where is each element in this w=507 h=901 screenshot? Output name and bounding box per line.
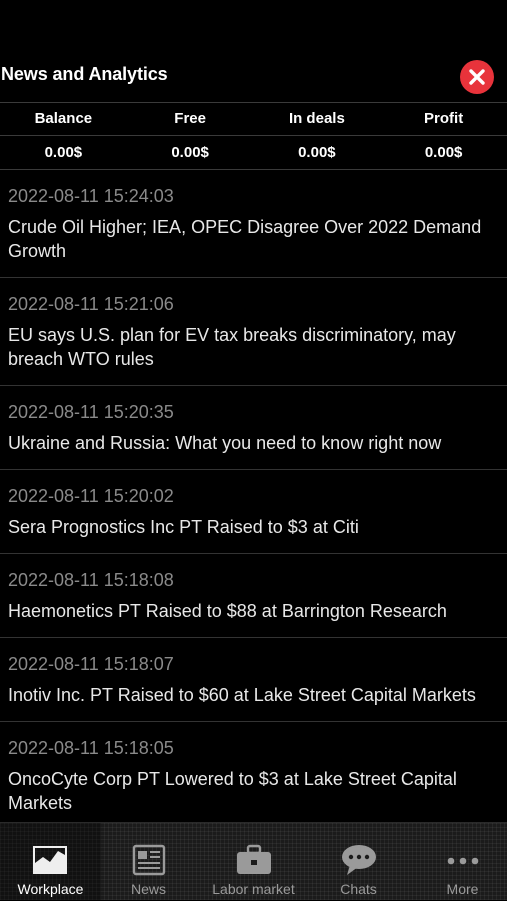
news-headline: Ukraine and Russia: What you need to kno… [8, 433, 442, 453]
news-headline: EU says U.S. plan for EV tax breaks disc… [8, 325, 456, 369]
news-item[interactable]: 2022-08-11 15:18:08 Haemonetics PT Raise… [0, 554, 507, 638]
account-stats-values: 0.00$ 0.00$ 0.00$ 0.00$ [0, 144, 507, 161]
balance-header: Balance [34, 110, 93, 127]
news-item[interactable]: 2022-08-11 15:18:07 Inotiv Inc. PT Raise… [0, 638, 507, 722]
divider [0, 135, 507, 136]
news-item[interactable]: 2022-08-11 15:18:05 OncoCyte Corp PT Low… [0, 722, 507, 822]
tab-news[interactable]: News [98, 823, 199, 901]
news-headline: Inotiv Inc. PT Raised to $60 at Lake Str… [8, 685, 476, 705]
briefcase-icon [236, 844, 271, 874]
news-timestamp: 2022-08-11 15:24:03 [8, 186, 174, 206]
news-item[interactable]: 2022-08-11 15:20:02 Sera Prognostics Inc… [0, 470, 507, 554]
news-item[interactable]: 2022-08-11 15:21:06 EU says U.S. plan fo… [0, 278, 507, 386]
tab-more[interactable]: More [412, 823, 507, 901]
balance-value: 0.00$ [44, 144, 83, 161]
news-item[interactable]: 2022-08-11 15:20:35 Ukraine and Russia: … [0, 386, 507, 470]
page-title: News and Analytics [1, 64, 168, 84]
news-list[interactable]: 2022-08-11 15:24:03 Crude Oil Higher; IE… [0, 170, 507, 822]
account-stats-header: Balance Free In deals Profit [0, 110, 507, 127]
free-value: 0.00$ [171, 144, 209, 161]
tab-label: News [130, 881, 166, 897]
tab-workplace[interactable]: Workplace [0, 823, 101, 901]
news-headline: Sera Prognostics Inc PT Raised to $3 at … [8, 517, 359, 537]
bottom-tab-bar: Workplace News Labor market Chats More [0, 822, 507, 901]
in-deals-header: In deals [288, 110, 345, 127]
tab-labor-market[interactable]: Labor market [203, 823, 304, 901]
tab-chats[interactable]: Chats [308, 823, 409, 901]
news-headline: Crude Oil Higher; IEA, OPEC Disagree Ove… [8, 217, 482, 261]
news-timestamp: 2022-08-11 15:20:02 [8, 486, 174, 506]
profit-header: Profit [424, 110, 464, 127]
in-deals-value: 0.00$ [298, 144, 336, 161]
close-button[interactable] [460, 60, 494, 94]
profit-value: 0.00$ [424, 144, 463, 161]
news-timestamp: 2022-08-11 15:18:08 [8, 570, 174, 590]
news-item[interactable]: 2022-08-11 15:24:03 Crude Oil Higher; IE… [0, 170, 507, 278]
newspaper-icon [132, 844, 165, 876]
free-header: Free [174, 110, 206, 127]
header: News and Analytics [0, 52, 507, 102]
news-headline: OncoCyte Corp PT Lowered to $3 at Lake S… [8, 769, 457, 813]
tab-label: More [446, 881, 479, 897]
tab-label: Labor market [212, 881, 295, 897]
more-dots-icon [447, 857, 478, 865]
news-timestamp: 2022-08-11 15:20:35 [8, 402, 174, 422]
chart-icon [32, 846, 67, 874]
tab-label: Chats [340, 881, 377, 897]
divider [0, 102, 507, 103]
tab-label: Workplace [17, 881, 84, 897]
news-timestamp: 2022-08-11 15:21:06 [8, 294, 174, 314]
chat-bubble-icon [341, 845, 376, 875]
news-timestamp: 2022-08-11 15:18:05 [8, 738, 174, 758]
news-timestamp: 2022-08-11 15:18:07 [8, 654, 174, 674]
close-icon [469, 69, 485, 85]
news-headline: Haemonetics PT Raised to $88 at Barringt… [8, 601, 447, 621]
